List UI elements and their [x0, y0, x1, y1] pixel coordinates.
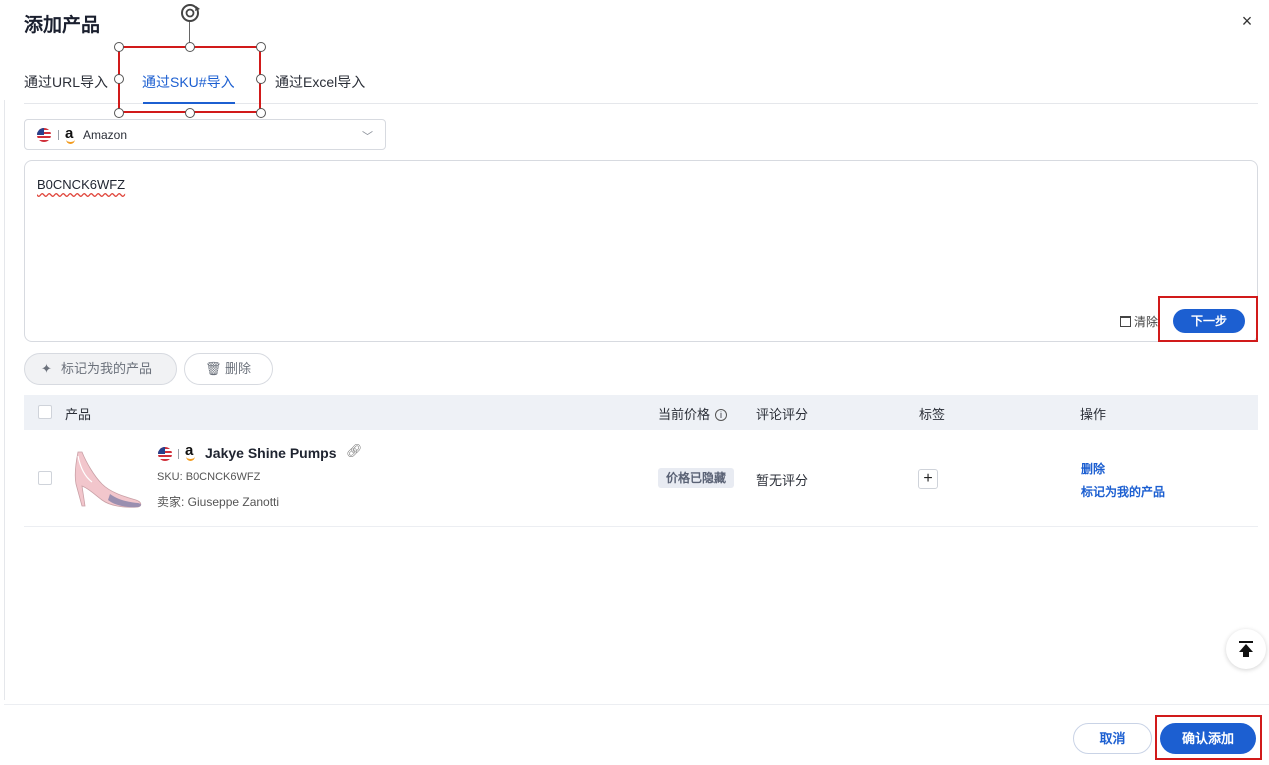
product-name[interactable]: Jakye Shine Pumps [205, 445, 337, 461]
next-step-highlight-box [1158, 296, 1258, 342]
marketplace-select[interactable]: a Amazon ﹀ [24, 119, 386, 150]
selection-highlight-box [118, 46, 261, 113]
mark-as-mine-label: 标记为我的产品 [61, 361, 153, 376]
chevron-down-icon: ﹀ [362, 131, 373, 143]
divider [178, 449, 179, 459]
info-icon[interactable]: i [715, 409, 728, 421]
back-to-top-button[interactable] [1226, 629, 1266, 669]
mark-as-mine-button[interactable]: ✦ 标记为我的产品 [24, 353, 177, 385]
bulk-delete-label: 删除 [225, 361, 252, 376]
dialog-title: 添加产品 [24, 15, 101, 36]
footer-divider [4, 704, 1269, 705]
select-all-checkbox[interactable] [38, 405, 52, 419]
confirm-highlight-box [1155, 715, 1262, 760]
trash-icon [1119, 316, 1131, 327]
clear-label: 清除 [1133, 315, 1158, 329]
column-price: 当前价格 i [658, 404, 728, 423]
trash-icon: 🗑︎ [205, 361, 222, 376]
bulk-delete-button[interactable]: 🗑︎ 删除 [184, 353, 273, 385]
marketplace-label: Amazon [83, 128, 128, 142]
column-tags: 标签 [919, 407, 946, 422]
back-to-top-icon [1239, 641, 1253, 643]
close-icon[interactable]: × [1237, 11, 1257, 31]
arrow-up-stem [1243, 651, 1249, 657]
resize-handle[interactable] [114, 74, 124, 84]
column-actions: 操作 [1080, 407, 1107, 422]
divider [58, 130, 59, 140]
rotate-handle-icon[interactable] [176, 0, 204, 28]
column-rating: 评论评分 [756, 407, 809, 422]
pin-icon: ✦ [41, 361, 52, 376]
product-image[interactable] [64, 448, 144, 508]
table-header: 产品 当前价格 i 评论评分 标签 操作 [24, 395, 1258, 430]
cancel-button[interactable]: 取消 [1073, 723, 1152, 754]
product-sku: SKU: B0CNCK6WFZ [157, 471, 261, 483]
row-checkbox[interactable] [38, 471, 52, 485]
row-mark-as-mine-link[interactable]: 标记为我的产品 [1081, 483, 1165, 500]
dialog-left-edge [4, 100, 5, 700]
add-tag-button[interactable]: + [918, 469, 938, 489]
resize-handle[interactable] [256, 74, 266, 84]
resize-handle[interactable] [256, 42, 266, 52]
column-price-label: 当前价格 [658, 407, 711, 422]
product-seller: 卖家: Giuseppe Zanotti [157, 495, 280, 509]
row-delete-link[interactable]: 删除 [1081, 460, 1105, 477]
us-flag-icon [158, 447, 172, 461]
us-flag-icon [37, 128, 51, 142]
column-product: 产品 [65, 407, 92, 422]
resize-handle[interactable] [256, 108, 266, 118]
tab-excel-import[interactable]: 通过Excel导入 [275, 72, 365, 92]
table-row: a Jakye Shine Pumps 🔗︎ SKU: B0CNCK6WFZ 卖… [24, 430, 1258, 527]
resize-handle[interactable] [185, 108, 195, 118]
sku-textarea[interactable]: B0CNCK6WFZ 清除 下一步 [24, 160, 1258, 342]
resize-handle[interactable] [114, 42, 124, 52]
link-icon[interactable]: 🔗︎ [346, 443, 363, 459]
amazon-logo-icon: a [185, 442, 196, 461]
resize-handle[interactable] [185, 42, 195, 52]
amazon-logo-icon: a [65, 125, 76, 144]
tab-url-import[interactable]: 通过URL导入 [24, 72, 108, 92]
sku-input-value: B0CNCK6WFZ [37, 177, 126, 192]
clear-button[interactable]: 清除 [1119, 313, 1158, 330]
rating-value: 暂无评分 [756, 473, 809, 488]
price-hidden-badge: 价格已隐藏 [658, 468, 735, 488]
resize-handle[interactable] [114, 108, 124, 118]
